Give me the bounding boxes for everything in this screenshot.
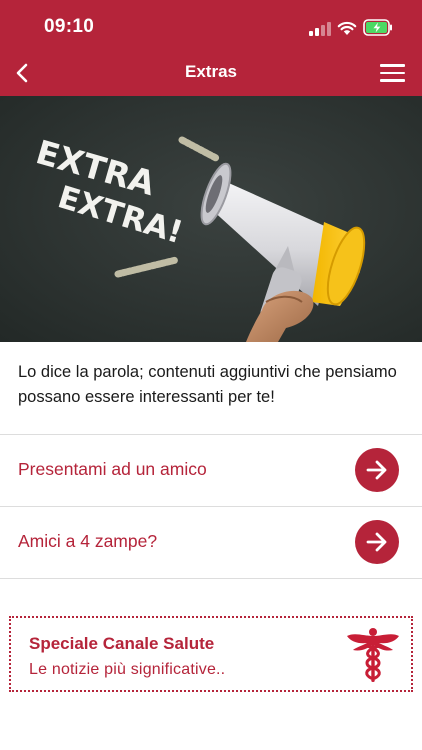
top-bar: 09:10 Extras <box>0 0 422 96</box>
list-item-label: Amici a 4 zampe? <box>18 531 158 551</box>
arrow-right-icon <box>366 532 387 552</box>
caduceus-icon <box>347 628 399 682</box>
list-item-refer-friend[interactable]: Presentami ad un amico <box>0 435 422 505</box>
battery-charging-icon <box>363 19 392 36</box>
signal-icon <box>309 22 331 36</box>
navigation-bar: Extras <box>0 52 422 96</box>
page-title: Extras <box>185 62 237 81</box>
wifi-icon <box>337 21 357 35</box>
hamburger-menu-button[interactable] <box>378 60 408 86</box>
banner-subtitle: Le notizie più significative.. <box>29 661 226 678</box>
status-bar: 09:10 <box>0 0 422 52</box>
health-channel-banner[interactable]: Speciale Canale Salute Le notizie più si… <box>9 616 413 692</box>
divider <box>0 578 422 579</box>
status-time: 09:10 <box>44 16 95 37</box>
banner-title: Speciale Canale Salute <box>29 634 215 653</box>
hero-image: EXTRA EXTRA! <box>0 96 422 342</box>
open-button[interactable] <box>355 520 399 564</box>
open-button[interactable] <box>355 448 399 492</box>
intro-text: Lo dice la parola; contenuti aggiuntivi … <box>18 363 397 406</box>
arrow-right-icon <box>366 460 387 480</box>
list-item-pets[interactable]: Amici a 4 zampe? <box>0 507 422 577</box>
list-item-label: Presentami ad un amico <box>18 459 207 479</box>
